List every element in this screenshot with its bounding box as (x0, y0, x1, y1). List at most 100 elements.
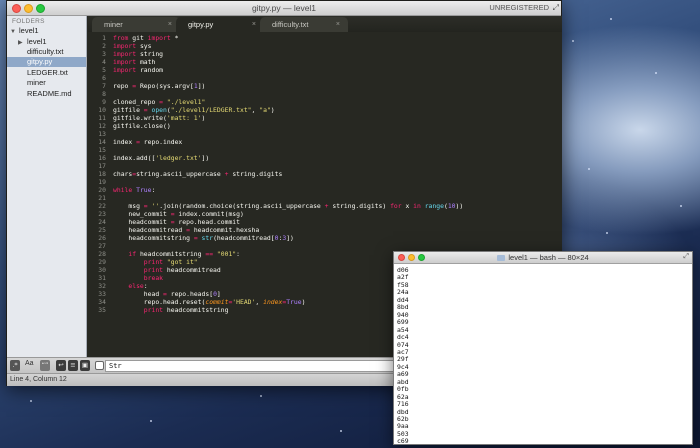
code-line[interactable]: 13 (88, 130, 113, 138)
sidebar-item-difficulty[interactable]: difficulty.txt (27, 47, 63, 57)
line-number: 29 (98, 258, 106, 266)
code-line[interactable]: 26 headcommitstring = str(headcommitread… (88, 234, 294, 242)
code-line[interactable]: 19 (88, 178, 113, 186)
code-line[interactable]: 30 print headcommitread (88, 266, 221, 274)
code-line[interactable]: 18 chars=string.ascii_uppercase + string.… (88, 170, 282, 178)
code-token: from (113, 34, 133, 42)
close-icon[interactable]: × (336, 17, 340, 32)
sidebar-item-gitpy[interactable]: gitpy.py (7, 57, 86, 67)
code-token: : (236, 250, 241, 258)
code-token: in (413, 202, 425, 210)
line-number: 24 (98, 218, 106, 226)
line-number: 27 (98, 242, 106, 250)
highlight-toggle[interactable]: ▣ (80, 360, 90, 371)
code-line[interactable]: 16 index.add(['ledger.txt']) (88, 154, 209, 162)
fullscreen-icon[interactable]: ⤢ (683, 253, 689, 261)
code-token: == (205, 250, 217, 258)
wrap-toggle[interactable]: ↩ (56, 360, 66, 371)
code-token: (headcommitread[ (213, 234, 275, 242)
code-line[interactable]: 6 (88, 74, 113, 82)
case-toggle[interactable]: Aa (25, 360, 34, 367)
code-token: 10 (447, 202, 456, 210)
code-token: ) (201, 114, 206, 122)
code-line[interactable]: 2 import sys (88, 42, 151, 50)
code-line[interactable]: 11 gitfile.write('matt: 1') (88, 114, 205, 122)
code-token: string.digits (232, 170, 283, 178)
code-token: range (424, 202, 444, 210)
code-line[interactable]: 24 headcommit = repo.head.commit (88, 218, 240, 226)
sidebar-item-ledger[interactable]: LEDGER.txt (27, 68, 68, 78)
code-token: import (113, 58, 140, 66)
sidebar-folder-level1[interactable]: ▼ level1 (10, 26, 39, 36)
code-line[interactable]: 32 else: (88, 282, 147, 290)
terminal-output[interactable]: d06 a2f f58 24a dd4 8bd 940 699 a54 dc4 074 ac7 29f 9… (394, 265, 692, 444)
whole-word-toggle[interactable]: “” (40, 360, 50, 371)
line-number: 23 (98, 210, 106, 218)
code-token: "./level1/LEDGER.txt" (170, 106, 252, 114)
code-line[interactable]: 33 head = repo.heads[0] (88, 290, 221, 298)
tab-gitpy[interactable]: gitpy.py × (176, 17, 264, 32)
code-token: index (113, 138, 137, 146)
code-token: headcommit.hexsha (193, 226, 260, 234)
code-line[interactable]: 31 break (88, 274, 163, 282)
code-token: True (136, 186, 152, 194)
code-line[interactable]: 25 headcommitread = headcommit.hexsha (88, 226, 259, 234)
code-line[interactable]: 1 from git import * (88, 34, 178, 42)
code-line[interactable]: 8 (88, 90, 113, 98)
code-line[interactable]: 34 repo.head.reset(commit='HEAD', index=… (88, 298, 305, 306)
code-line[interactable]: 14 index = repo.index (88, 138, 182, 146)
code-line[interactable]: 7 repo = Repo(sys.argv[1]) (88, 82, 205, 90)
code-token: import (147, 34, 175, 42)
line-number: 25 (98, 226, 106, 234)
close-icon[interactable]: × (168, 17, 172, 32)
find-checkbox[interactable] (95, 361, 104, 370)
code-line[interactable]: 15 (88, 146, 113, 154)
code-token: ] (216, 290, 221, 298)
code-line[interactable]: 35 print headcommitstring (88, 306, 228, 314)
code-line[interactable]: 22 msg = ''.join(random.choice(string.as… (88, 202, 463, 210)
sidebar-item-miner[interactable]: miner (27, 78, 46, 88)
code-line[interactable]: 23 new_commit = index.commit(msg) (88, 210, 244, 218)
code-token: = (136, 138, 144, 146)
fullscreen-icon[interactable]: ⤢ (553, 3, 559, 13)
code-line[interactable]: 20 while True: (88, 186, 155, 194)
code-token: new_commit (113, 210, 171, 218)
code-token: if (128, 250, 140, 258)
code-line[interactable]: 12 gitfile.close() (88, 122, 170, 130)
line-number: 9 (102, 98, 106, 106)
code-line[interactable]: 29 print "got it" (88, 258, 197, 266)
tab-difficulty[interactable]: difficulty.txt × (260, 17, 348, 32)
code-line[interactable]: 9 cloned_repo = "./level1" (88, 98, 205, 106)
code-line[interactable]: 28 if headcommitstring == "001": (88, 250, 240, 258)
code-token: : (151, 186, 156, 194)
code-line[interactable]: 4 import math (88, 58, 155, 66)
code-line[interactable]: 3 import string (88, 50, 163, 58)
chevron-right-icon: ▶ (18, 40, 23, 46)
sidebar-item-readme[interactable]: README.md (27, 89, 72, 99)
code-token: break (143, 274, 164, 282)
code-token: headcommitread (166, 266, 221, 274)
code-line[interactable]: 17 (88, 162, 113, 170)
line-number: 32 (98, 282, 106, 290)
code-line[interactable]: 27 (88, 242, 113, 250)
code-line[interactable]: 10 gitfile = open("./level1/LEDGER.txt", … (88, 106, 274, 114)
close-icon[interactable]: × (252, 17, 256, 32)
line-number: 12 (98, 122, 106, 130)
in-selection-toggle[interactable]: ≡ (68, 360, 78, 371)
code-token: * (174, 34, 179, 42)
tab-miner[interactable]: miner × (92, 17, 180, 32)
code-token: ]) (201, 154, 210, 162)
line-number: 19 (98, 178, 106, 186)
code-token: while (113, 186, 137, 194)
code-token: headcommitstring (166, 306, 229, 314)
code-token: head (113, 290, 164, 298)
code-line[interactable]: 5 import random (88, 66, 163, 74)
code-token: msg (113, 202, 144, 210)
code-token: import (113, 50, 140, 58)
code-line[interactable]: 21 (88, 194, 113, 202)
title-bar: gitpy.py — level1 UNREGISTERED ⤢ (7, 1, 561, 16)
sidebar-folder-level1-sub[interactable]: ▶ level1 (18, 37, 47, 47)
regex-toggle[interactable]: .* (10, 360, 20, 371)
code-token: print (143, 306, 167, 314)
